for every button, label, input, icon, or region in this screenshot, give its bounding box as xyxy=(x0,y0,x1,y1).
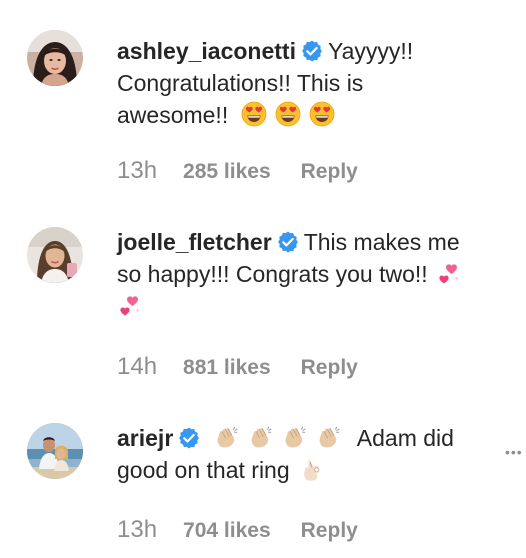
verified-badge-icon xyxy=(276,230,300,254)
more-options-icon[interactable]: ••• xyxy=(505,444,523,460)
comment-meta: 13h 704 likes Reply xyxy=(117,516,358,544)
reply-button[interactable]: Reply xyxy=(301,160,358,183)
likes-count[interactable]: 881 likes xyxy=(183,356,271,379)
comment-meta: 14h 881 likes Reply xyxy=(117,353,358,381)
comment-text: joelle_fletcher This makes me so happy!!!… xyxy=(117,226,497,322)
username[interactable]: ashley_iaconetti xyxy=(117,38,296,64)
comment-text-line2: so happy!!! Congrats you two!! xyxy=(117,261,428,287)
avatar[interactable] xyxy=(27,30,83,86)
comment-time[interactable]: 13h xyxy=(117,516,157,543)
comment-time[interactable]: 14h xyxy=(117,353,157,380)
comment-text-line1: Adam did xyxy=(356,425,454,451)
avatar[interactable] xyxy=(27,227,83,283)
clapping-hands-emoji-icon xyxy=(248,424,274,450)
clapping-hands-emoji-icon xyxy=(282,424,308,450)
likes-count[interactable]: 704 likes xyxy=(183,519,271,542)
clapping-hands-emoji-icon xyxy=(316,424,342,450)
comment-text-line1: Yayyyy!! xyxy=(327,38,414,64)
likes-count[interactable]: 285 likes xyxy=(183,160,271,183)
heart-eyes-emoji-icon xyxy=(275,101,301,127)
comment-text: ashley_iaconetti Yayyyy!! Congratulations… xyxy=(117,35,497,131)
verified-badge-icon xyxy=(300,39,324,63)
comment-text-line2: Congratulations!! This is xyxy=(117,70,364,96)
two-hearts-emoji-icon xyxy=(117,292,143,318)
clapping-hands-emoji-icon xyxy=(214,424,240,450)
username[interactable]: joelle_fletcher xyxy=(117,229,272,255)
reply-button[interactable]: Reply xyxy=(301,356,358,379)
ok-hand-emoji-icon xyxy=(300,456,326,482)
comment-text-line1: This makes me xyxy=(303,229,460,255)
verified-badge-icon xyxy=(177,426,201,450)
comment-text-line3: awesome!! xyxy=(117,102,229,128)
heart-eyes-emoji-icon xyxy=(241,101,267,127)
comment-text-line2: good on that ring xyxy=(117,457,290,483)
avatar[interactable] xyxy=(27,423,83,479)
comment-meta: 13h 285 likes Reply xyxy=(117,157,358,185)
two-hearts-emoji-icon xyxy=(436,260,462,286)
reply-button[interactable]: Reply xyxy=(301,519,358,542)
username[interactable]: ariejr xyxy=(117,425,173,451)
comment-time[interactable]: 13h xyxy=(117,157,157,184)
heart-eyes-emoji-icon xyxy=(309,101,335,127)
comment-text: ariejr Adam did good on that ring xyxy=(117,422,497,486)
